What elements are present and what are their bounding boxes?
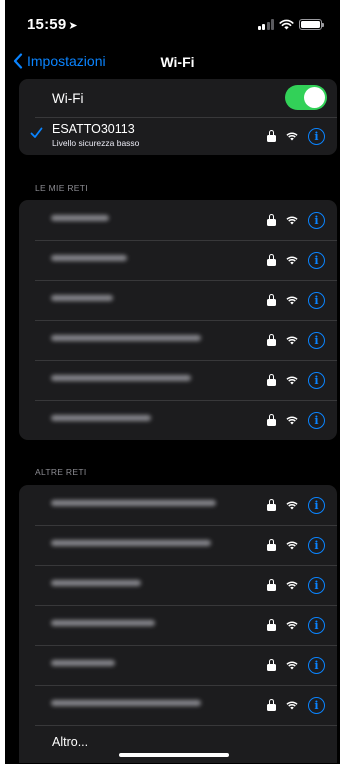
network-row[interactable]: i bbox=[19, 280, 337, 320]
wifi-signal-icon bbox=[286, 256, 298, 264]
network-name-obscured bbox=[51, 700, 201, 706]
home-indicator[interactable] bbox=[119, 753, 229, 757]
connected-network-row[interactable]: ESATTO30113 Livello sicurezza basso i bbox=[19, 117, 337, 155]
status-time: 15:59 ➤ bbox=[27, 16, 78, 33]
info-icon[interactable]: i bbox=[308, 211, 325, 229]
my-networks-list: i i i i i i bbox=[19, 200, 337, 440]
info-icon[interactable]: i bbox=[308, 696, 325, 714]
info-icon[interactable]: i bbox=[308, 496, 325, 514]
other-networks-list: i i i i i i Altro... bbox=[19, 485, 337, 763]
network-row[interactable]: i bbox=[19, 200, 337, 240]
info-icon[interactable]: i bbox=[308, 576, 325, 594]
network-row[interactable]: i bbox=[19, 240, 337, 280]
network-name-obscured bbox=[51, 335, 201, 341]
lock-icon bbox=[267, 254, 276, 266]
network-name-obscured bbox=[51, 375, 191, 381]
wifi-label: Wi-Fi bbox=[52, 91, 84, 106]
lock-icon bbox=[267, 414, 276, 426]
wifi-signal-icon bbox=[286, 581, 298, 589]
lock-icon bbox=[267, 214, 276, 226]
connected-network-security: Livello sicurezza basso bbox=[52, 138, 140, 148]
wifi-toggle[interactable] bbox=[285, 85, 327, 110]
network-row[interactable]: i bbox=[19, 360, 337, 400]
phone-screen: 15:59 ➤ Impostazioni Wi-Fi Wi-Fi ESATTO3… bbox=[5, 0, 340, 764]
lock-icon bbox=[267, 659, 276, 671]
connected-network-name: ESATTO30113 bbox=[52, 122, 135, 136]
lock-icon bbox=[267, 499, 276, 511]
wifi-signal-icon bbox=[286, 701, 298, 709]
lock-icon bbox=[267, 539, 276, 551]
navigation-bar: Impostazioni Wi-Fi bbox=[5, 46, 340, 80]
status-bar: 15:59 ➤ bbox=[5, 0, 340, 44]
battery-icon bbox=[299, 18, 324, 30]
page-title: Wi-Fi bbox=[160, 54, 195, 70]
lock-icon bbox=[267, 374, 276, 386]
wifi-signal-icon bbox=[286, 296, 298, 304]
status-icons bbox=[257, 17, 324, 31]
network-row[interactable]: i bbox=[19, 525, 337, 565]
lock-icon bbox=[267, 130, 276, 142]
info-icon[interactable]: i bbox=[308, 331, 325, 349]
wifi-signal-icon bbox=[286, 621, 298, 629]
network-row[interactable]: i bbox=[19, 320, 337, 360]
wifi-signal-icon bbox=[286, 336, 298, 344]
other-network-label: Altro... bbox=[52, 735, 89, 749]
info-icon[interactable]: i bbox=[308, 251, 325, 269]
wifi-signal-icon bbox=[286, 416, 298, 424]
lock-icon bbox=[267, 699, 276, 711]
wifi-signal-icon bbox=[286, 541, 298, 549]
signal-icon bbox=[257, 18, 274, 30]
network-name-obscured bbox=[51, 215, 109, 221]
network-row[interactable]: i bbox=[19, 685, 337, 725]
lock-icon bbox=[267, 334, 276, 346]
network-row[interactable]: i bbox=[19, 485, 337, 525]
info-icon[interactable]: i bbox=[308, 616, 325, 634]
location-icon: ➤ bbox=[68, 20, 78, 32]
info-icon[interactable]: i bbox=[308, 291, 325, 309]
network-row[interactable]: i bbox=[19, 645, 337, 685]
network-row[interactable]: i bbox=[19, 605, 337, 645]
info-icon[interactable]: i bbox=[308, 411, 325, 429]
wifi-signal-icon bbox=[286, 376, 298, 384]
network-name-obscured bbox=[51, 295, 113, 301]
info-icon[interactable]: i bbox=[308, 536, 325, 554]
network-row[interactable]: i bbox=[19, 565, 337, 605]
network-row[interactable]: i bbox=[19, 400, 337, 440]
network-name-obscured bbox=[51, 540, 211, 546]
wifi-signal-icon bbox=[286, 501, 298, 509]
network-name-obscured bbox=[51, 255, 127, 261]
lock-icon bbox=[267, 294, 276, 306]
network-name-obscured bbox=[51, 620, 155, 626]
network-name-obscured bbox=[51, 500, 216, 506]
network-name-obscured bbox=[51, 660, 115, 666]
wifi-icon bbox=[279, 19, 294, 29]
toggle-knob bbox=[304, 87, 325, 108]
wifi-group: Wi-Fi ESATTO30113 Livello sicurezza bass… bbox=[19, 79, 337, 155]
other-network-row[interactable]: Altro... bbox=[19, 725, 337, 763]
wifi-toggle-row: Wi-Fi bbox=[19, 79, 337, 117]
lock-icon bbox=[267, 579, 276, 591]
my-networks-header: LE MIE RETI bbox=[35, 183, 88, 193]
network-name-obscured bbox=[51, 580, 141, 586]
wifi-signal-icon bbox=[286, 661, 298, 669]
info-icon[interactable]: i bbox=[308, 371, 325, 389]
lock-icon bbox=[267, 619, 276, 631]
info-icon[interactable]: i bbox=[308, 127, 325, 145]
network-icons: i bbox=[267, 117, 325, 155]
wifi-signal-icon bbox=[286, 216, 298, 224]
other-networks-header: ALTRE RETI bbox=[35, 467, 87, 477]
network-name-obscured bbox=[51, 415, 151, 421]
info-icon[interactable]: i bbox=[308, 656, 325, 674]
wifi-signal-icon bbox=[286, 132, 298, 140]
checkmark-icon bbox=[30, 127, 43, 138]
